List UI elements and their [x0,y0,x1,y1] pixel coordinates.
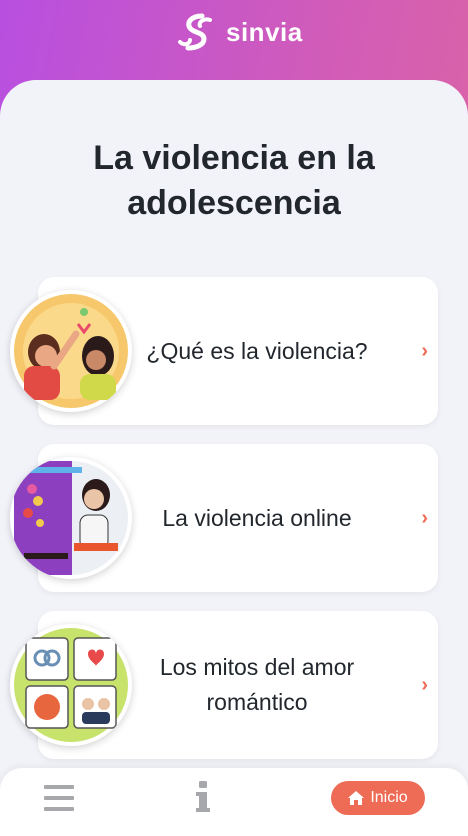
chevron-right-icon: › [421,340,428,362]
card-label: La violencia online [162,504,352,531]
page-title: La violencia en la adolescencia [93,139,375,222]
app-header: sinvia [0,0,468,90]
card-label: Los mitos del amor romántico [159,654,355,715]
menu-icon[interactable] [44,785,74,811]
sinvia-logo-icon [178,13,212,51]
card-label: ¿Qué es la violencia? [146,337,368,364]
info-icon[interactable] [193,780,213,814]
violence-illustration-image [10,290,132,412]
home-label: Inicio [370,789,408,806]
logo-text: sinvia [226,16,303,47]
online-violence-illustration-image [10,457,132,579]
chevron-right-icon: › [421,507,428,529]
romantic-love-myths-illustration-image [10,624,132,746]
home-button[interactable]: Inicio [331,781,425,815]
chevron-right-icon: › [421,674,428,696]
sinvia-logo[interactable]: sinvia [174,10,303,54]
home-icon [348,791,365,805]
